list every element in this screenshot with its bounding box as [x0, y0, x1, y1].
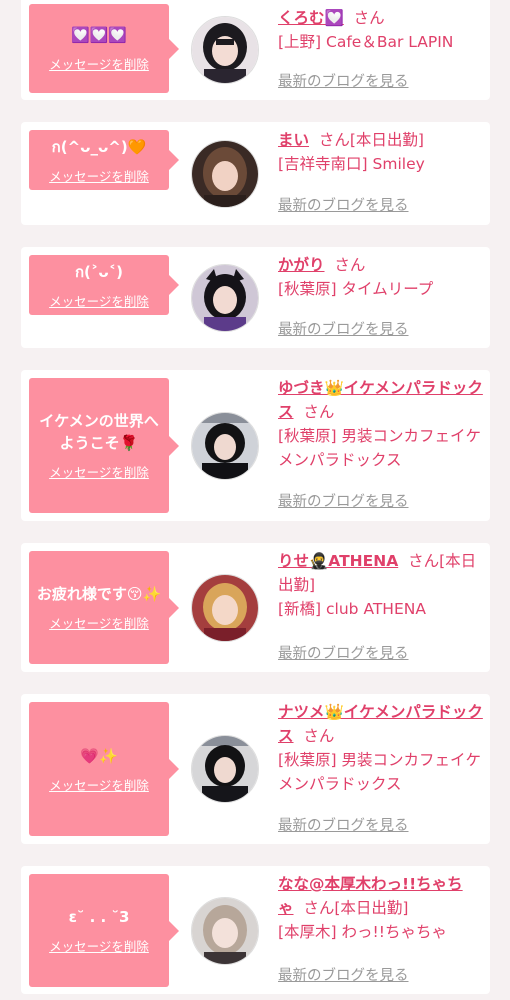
message-text: ε˘ . . ˘3: [68, 908, 130, 926]
avatar[interactable]: [191, 264, 259, 332]
message-text: お疲れ様です😚✨: [36, 585, 162, 603]
latest-blog-link[interactable]: 最新のブログを見る: [278, 490, 409, 511]
honorific: さん[本日出勤]: [303, 899, 409, 917]
cast-name-link[interactable]: りせ🥷ATHENA: [278, 552, 398, 570]
latest-blog-link[interactable]: 最新のブログを見る: [278, 642, 409, 663]
message-text: ก(^ᴗ_ᴗ^)🧡: [51, 137, 147, 156]
shop-info: [新橋] club ATHENA: [278, 600, 426, 618]
message-bubble: ก(˃ᴗ˂) メッセージを削除: [29, 255, 179, 315]
avatar[interactable]: [191, 140, 259, 208]
cast-name-link[interactable]: くろむ💟: [278, 9, 344, 27]
message-bubble: 💟💟💟 メッセージを削除: [29, 4, 179, 93]
honorific: さん: [303, 403, 335, 421]
latest-blog-link[interactable]: 最新のブログを見る: [278, 964, 409, 985]
delete-message-link[interactable]: メッセージを削除: [49, 166, 149, 185]
shop-info: [本厚木] わっ!!ちゃちゃ: [278, 923, 447, 941]
message-bubble: イケメンの世界へようこそ🌹 メッセージを削除: [29, 378, 179, 513]
message-text: ก(˃ᴗ˂): [74, 262, 124, 281]
message-text: 💗✨: [80, 746, 118, 765]
delete-message-link[interactable]: メッセージを削除: [49, 613, 149, 632]
cast-name-link[interactable]: かがり: [278, 256, 325, 274]
honorific: さん: [334, 256, 366, 274]
latest-blog-link[interactable]: 最新のブログを見る: [278, 194, 409, 215]
avatar[interactable]: [191, 412, 259, 480]
shop-info: [上野] Cafe＆Bar LAPIN: [278, 33, 454, 51]
message-card: 💗✨ メッセージを削除 ナツメ👑イケメンパラドックス さん [秋葉原] 男装コン…: [21, 694, 490, 844]
honorific: さん[本日出勤]: [318, 131, 424, 149]
honorific: さん: [303, 727, 335, 745]
shop-info: [吉祥寺南口] Smiley: [278, 155, 425, 173]
shop-info: [秋葉原] タイムリープ: [278, 280, 434, 298]
delete-message-link[interactable]: メッセージを削除: [49, 462, 149, 481]
honorific: さん: [353, 9, 385, 27]
message-card: ε˘ . . ˘3 メッセージを削除 なな@本厚木わっ!!ちゃちゃ さん[本日出…: [21, 866, 490, 994]
avatar[interactable]: [191, 16, 259, 84]
message-bubble: 💗✨ メッセージを削除: [29, 702, 179, 836]
message-bubble: ε˘ . . ˘3 メッセージを削除: [29, 874, 179, 987]
message-card: 💟💟💟 メッセージを削除 くろむ💟 さん [上野] Cafe＆Bar LAPIN…: [21, 0, 490, 100]
delete-message-link[interactable]: メッセージを削除: [49, 291, 149, 310]
message-card: ก(^ᴗ_ᴗ^)🧡 メッセージを削除 まい さん[本日出勤] [吉祥寺南口] S…: [21, 122, 490, 225]
shop-info: [秋葉原] 男装コンカフェイケメンパラドックス: [278, 751, 482, 793]
message-card: イケメンの世界へようこそ🌹 メッセージを削除 ゆづき👑イケメンパラドックス さん…: [21, 370, 490, 521]
message-bubble: ก(^ᴗ_ᴗ^)🧡 メッセージを削除: [29, 130, 179, 190]
delete-message-link[interactable]: メッセージを削除: [49, 775, 149, 794]
avatar[interactable]: [191, 574, 259, 642]
avatar[interactable]: [191, 897, 259, 965]
shop-info: [秋葉原] 男装コンカフェイケメンパラドックス: [278, 427, 482, 469]
latest-blog-link[interactable]: 最新のブログを見る: [278, 318, 409, 339]
latest-blog-link[interactable]: 最新のブログを見る: [278, 70, 409, 91]
message-text: 💟💟💟: [70, 26, 128, 44]
avatar[interactable]: [191, 735, 259, 803]
message-card: お疲れ様です😚✨ メッセージを削除 りせ🥷ATHENA さん[本日出勤] [新橋…: [21, 543, 490, 672]
delete-message-link[interactable]: メッセージを削除: [49, 54, 149, 73]
delete-message-link[interactable]: メッセージを削除: [49, 936, 149, 955]
message-bubble: お疲れ様です😚✨ メッセージを削除: [29, 551, 179, 664]
latest-blog-link[interactable]: 最新のブログを見る: [278, 814, 409, 835]
message-card: ก(˃ᴗ˂) メッセージを削除 かがり さん [秋葉原] タイムリープ 最新のブ…: [21, 247, 490, 348]
message-text: イケメンの世界へようこそ🌹: [39, 412, 159, 452]
cast-name-link[interactable]: まい: [278, 131, 309, 149]
